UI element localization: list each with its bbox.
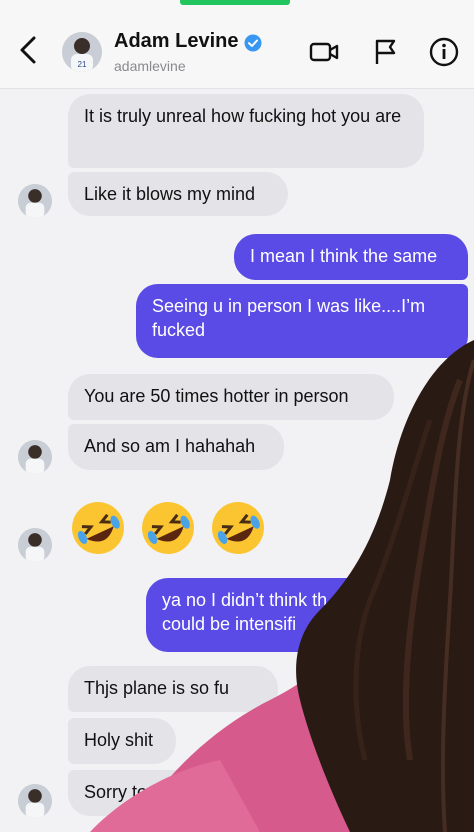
person-overlay-image <box>90 340 474 832</box>
